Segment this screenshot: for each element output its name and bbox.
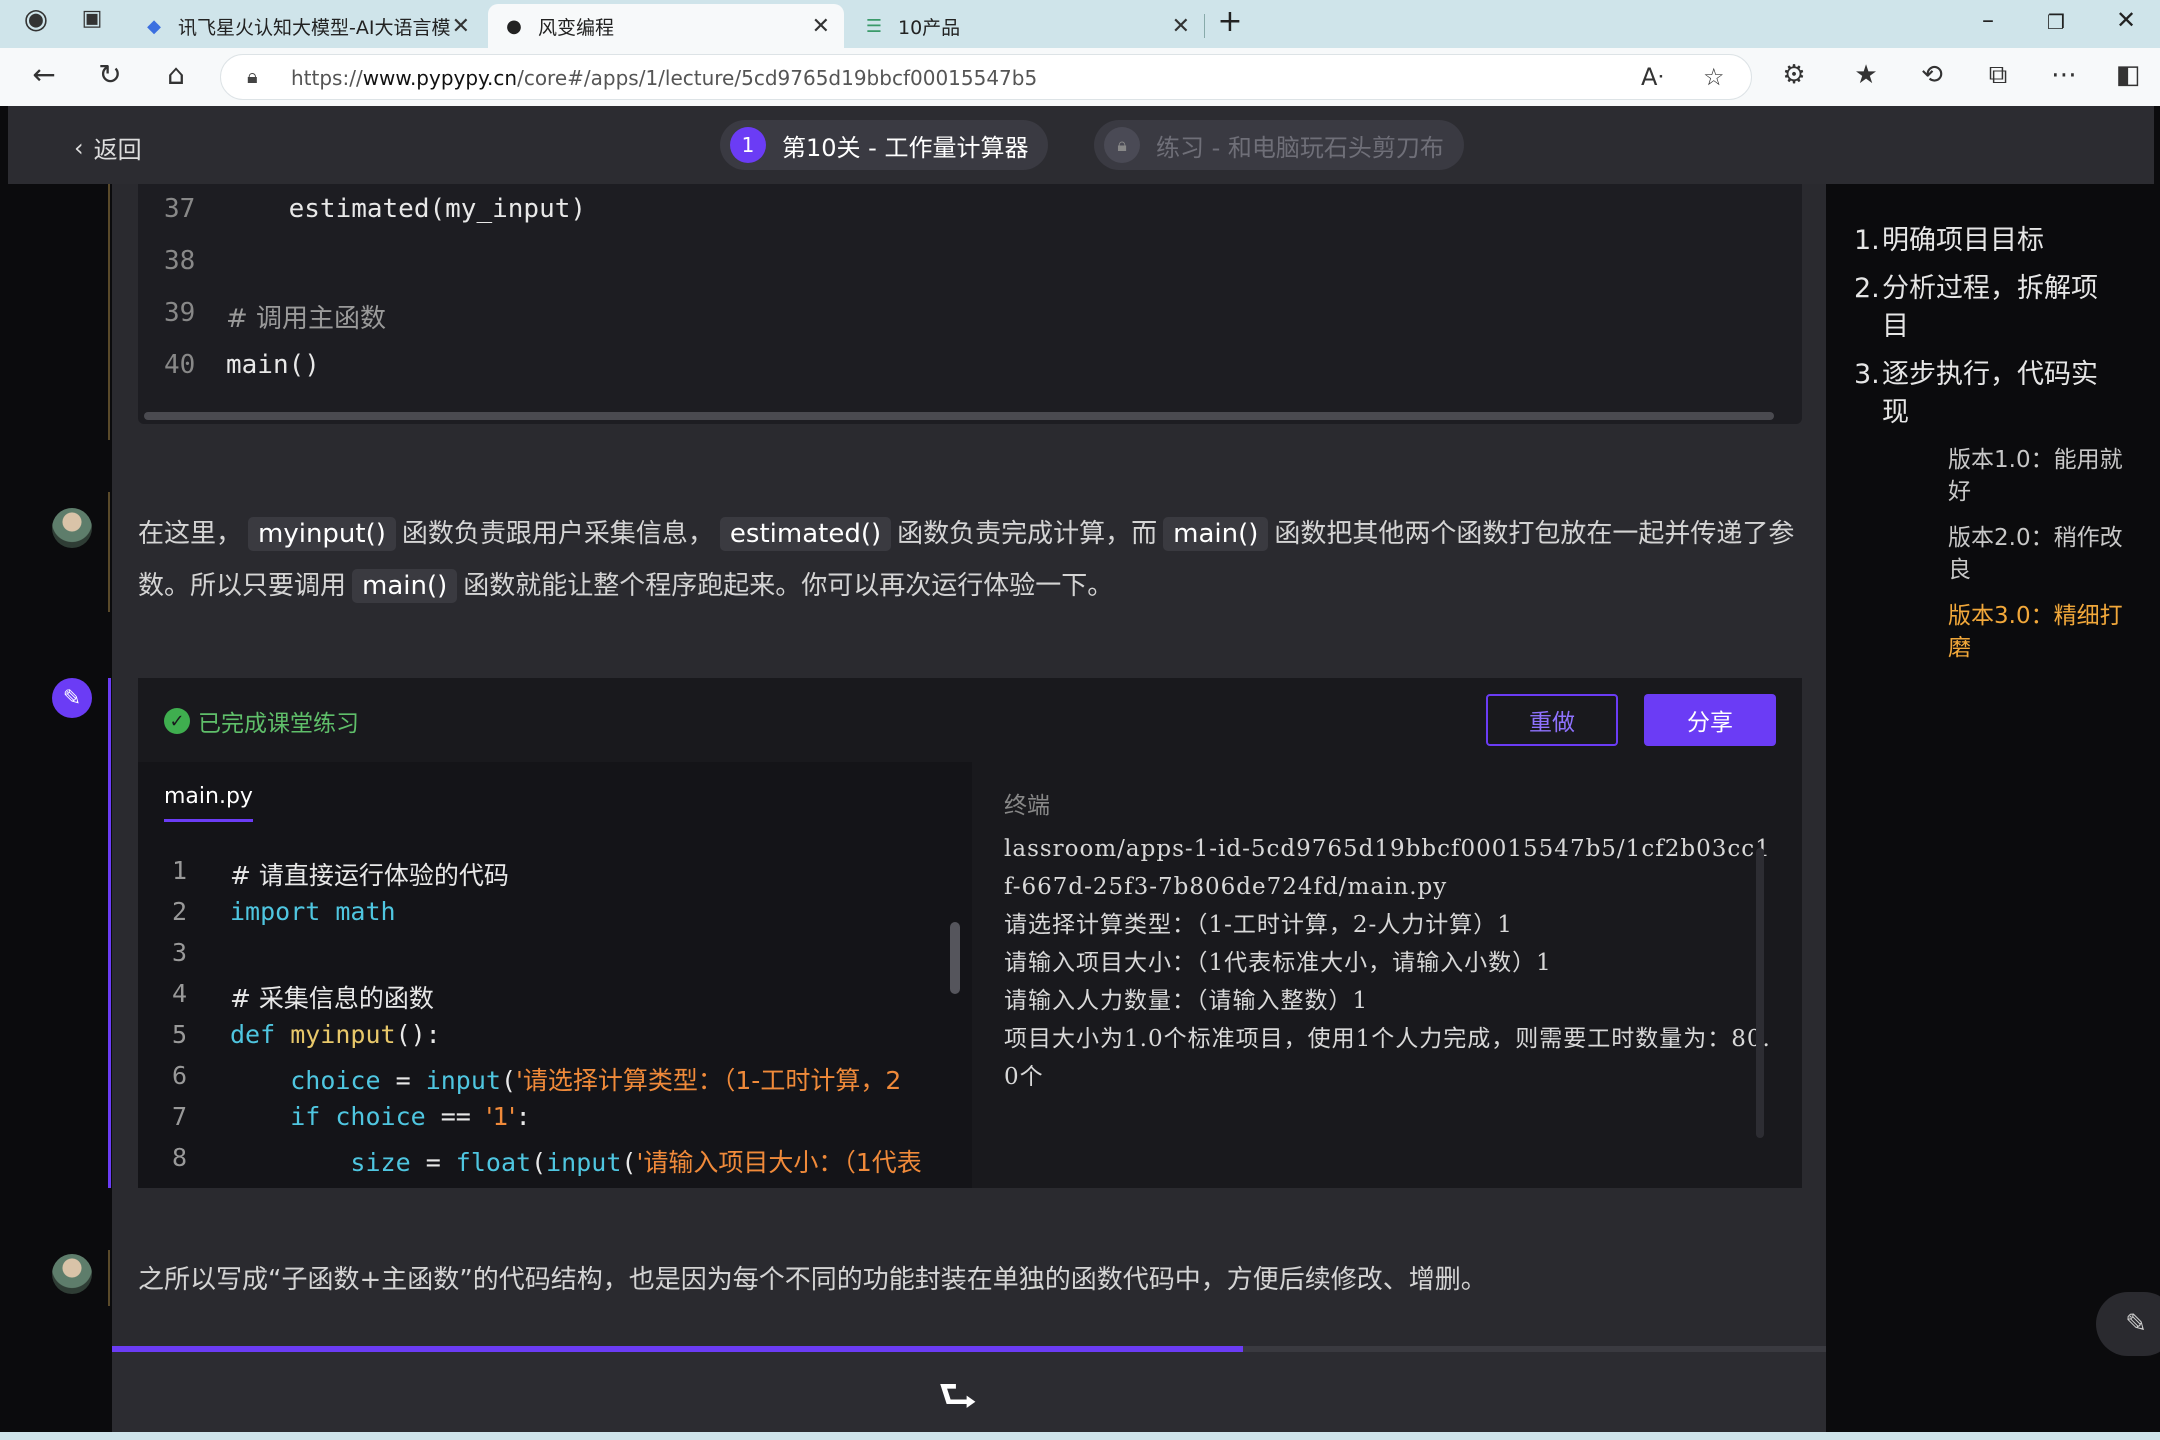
close-icon[interactable]: ✕ bbox=[812, 14, 830, 39]
lock-icon: 🔒︎ bbox=[1104, 127, 1140, 163]
favorites-icon[interactable]: ★ bbox=[1846, 60, 1886, 90]
level-pill-current[interactable]: 1 第10关 - 工作量计算器 bbox=[720, 120, 1049, 170]
tab-product[interactable]: ☰ 10产品 ✕ bbox=[848, 4, 1204, 48]
toc-subitem[interactable]: 版本1.0：能用就好 bbox=[1948, 444, 2144, 508]
pencil-icon: ✎ bbox=[2125, 1309, 2147, 1339]
window-close-icon[interactable]: ✕ bbox=[2106, 6, 2146, 34]
extensions-icon[interactable]: ⚙ bbox=[1774, 60, 1814, 90]
level-number: 1 bbox=[730, 127, 766, 163]
window-bottom-edge bbox=[0, 1432, 2160, 1440]
code-editor[interactable]: main.py 1 # 请直接运行体验的代码 2 import math 3 4 # … bbox=[138, 762, 972, 1188]
file-tab-main-py[interactable]: main.py bbox=[164, 784, 253, 822]
teacher-avatar bbox=[52, 508, 92, 548]
more-icon[interactable]: ⋯ bbox=[2044, 60, 2084, 90]
refresh-icon[interactable]: ↻ bbox=[90, 58, 130, 91]
screenshot-icon[interactable]: ⧉ bbox=[1978, 60, 2018, 91]
explanation-paragraph: 在这里， myinput() 函数负责跟用户采集信息， estimated() 函数负责… bbox=[138, 517, 1795, 603]
favorite-star-icon[interactable]: ☆ bbox=[1703, 63, 1725, 91]
toc-subitem[interactable]: 版本2.0：稍作改良 bbox=[1948, 522, 2144, 586]
url-field[interactable]: 🔒︎ https://www.pypypy.cn/core#/apps/1/le… bbox=[220, 54, 1752, 100]
line-number: 40 bbox=[164, 350, 196, 380]
lock-icon: 🔒︎ bbox=[247, 64, 258, 88]
level-title: 第10关 - 工作量计算器 bbox=[782, 133, 1029, 162]
tab-title: 10产品 bbox=[898, 16, 961, 39]
locked-title: 练习 - 和电脑玩石头剪刀布 bbox=[1156, 133, 1444, 162]
code-snippet: 37 estimated(my_input) 38 39 # 调用主函数 40 … bbox=[138, 184, 1802, 424]
thread-line-active bbox=[108, 678, 111, 1188]
read-aloud-icon[interactable]: Aᐧ bbox=[1641, 63, 1664, 91]
terminal-output: lassroom/apps-1-id-5cd9765d19bbcf0001554… bbox=[1004, 836, 1771, 1090]
close-icon[interactable]: ✕ bbox=[452, 14, 470, 39]
new-tab-icon[interactable]: + bbox=[1210, 4, 1250, 39]
history-icon[interactable]: ⟲ bbox=[1912, 60, 1952, 90]
completion-status: ✓ 已完成课堂练习 bbox=[164, 704, 359, 738]
code-line: estimated(my_input) bbox=[226, 194, 587, 224]
close-icon[interactable]: ✕ bbox=[1172, 14, 1190, 39]
back-button[interactable]: ‹ 返回 bbox=[74, 130, 142, 165]
url-text: https://www.pypypy.cn/core#/apps/1/lectu… bbox=[291, 66, 1038, 90]
edit-note-button[interactable]: ✎ bbox=[2096, 1292, 2160, 1356]
tab-actions-icon[interactable]: ▣ bbox=[72, 6, 112, 31]
home-icon[interactable]: ⌂ bbox=[156, 58, 196, 91]
line-number: 38 bbox=[164, 246, 196, 276]
lesson-footer: ⮑ bbox=[112, 1352, 1826, 1432]
tab-title: 讯飞星火认知大模型-AI大语言模 bbox=[178, 16, 451, 39]
thread-line bbox=[108, 1250, 110, 1306]
toc-subitem-active[interactable]: 版本3.0：精细打磨 bbox=[1948, 600, 2144, 664]
chevron-left-icon: ‹ bbox=[74, 133, 84, 162]
address-bar-row: ← ↻ ⌂ 🔒︎ https://www.pypypy.cn/core#/app… bbox=[0, 48, 2160, 106]
back-label: 返回 bbox=[93, 136, 142, 164]
check-circle-icon: ✓ bbox=[164, 708, 190, 734]
tab-pypypy[interactable]: ● 风变编程 ✕ bbox=[488, 4, 844, 48]
status-text: 已完成课堂练习 bbox=[198, 711, 359, 737]
tab-xfyun[interactable]: ◆ 讯飞星火认知大模型-AI大语言模 ✕ bbox=[128, 4, 484, 48]
terminal-panel: 终端 lassroom/apps-1-id-5cd9765d19bbcf0001… bbox=[972, 762, 1802, 1188]
panda-icon: ● bbox=[506, 15, 522, 37]
restore-icon[interactable]: ❐ bbox=[2036, 10, 2076, 34]
teacher-avatar bbox=[52, 1254, 92, 1294]
level-pill-locked[interactable]: 🔒︎ 练习 - 和电脑玩石头剪刀布 bbox=[1094, 120, 1464, 170]
terminal-label: 终端 bbox=[1004, 793, 1050, 819]
pencil-icon: ✎ bbox=[52, 678, 92, 718]
back-icon[interactable]: ← bbox=[24, 58, 64, 91]
browser-tab-bar: ◉ ▣ ◆ 讯飞星火认知大模型-AI大语言模 ✕ ● 风变编程 ✕ ☰ 10产品… bbox=[0, 0, 2160, 48]
next-arrow-icon[interactable]: ⮑ bbox=[938, 1364, 978, 1439]
redo-button[interactable]: 重做 bbox=[1486, 694, 1618, 746]
line-number: 37 bbox=[164, 194, 196, 224]
lesson-header: ‹ 返回 1 第10关 - 工作量计算器 🔒︎ 练习 - 和电脑玩石头剪刀布 bbox=[8, 106, 2154, 184]
line-number: 39 bbox=[164, 298, 196, 328]
minimize-icon[interactable]: – bbox=[1968, 6, 2008, 34]
exercise-panel: ✓ 已完成课堂练习 重做 分享 main.py 1 # 请直接运行体验的代码 2i… bbox=[138, 678, 1802, 1188]
left-gutter bbox=[8, 184, 112, 1432]
explanation-paragraph-2: 之所以写成“子函数+主函数”的代码结构，也是因为每个不同的功能封装在单独的函数代… bbox=[138, 1265, 1487, 1295]
tab-separator bbox=[1204, 14, 1205, 38]
sidebar-toggle-icon[interactable]: ◧ bbox=[2108, 60, 2148, 90]
table-of-contents: 1. 明确项目目标 2. 分析过程，拆解项目 3. 逐步执行，代码实现 版本1.0：能… bbox=[1826, 184, 2154, 1432]
vertical-scrollbar[interactable] bbox=[1756, 848, 1764, 1138]
tab-title: 风变编程 bbox=[538, 16, 615, 39]
code-comment: # 调用主函数 bbox=[226, 304, 387, 334]
toc-item[interactable]: 3. 逐步执行，代码实现 bbox=[1854, 356, 2122, 432]
code-line: main() bbox=[226, 350, 320, 380]
thread-line bbox=[108, 492, 110, 612]
toc-item[interactable]: 1. 明确项目目标 bbox=[1854, 222, 2122, 260]
thread-line bbox=[108, 184, 110, 440]
toc-item[interactable]: 2. 分析过程，拆解项目 bbox=[1854, 270, 2122, 346]
horizontal-scrollbar[interactable] bbox=[144, 412, 1774, 420]
profile-icon[interactable]: ◉ bbox=[16, 2, 56, 35]
vertical-scrollbar[interactable] bbox=[950, 922, 960, 994]
doc-icon: ☰ bbox=[865, 15, 883, 37]
share-button[interactable]: 分享 bbox=[1644, 694, 1776, 746]
spark-icon: ◆ bbox=[147, 15, 161, 37]
